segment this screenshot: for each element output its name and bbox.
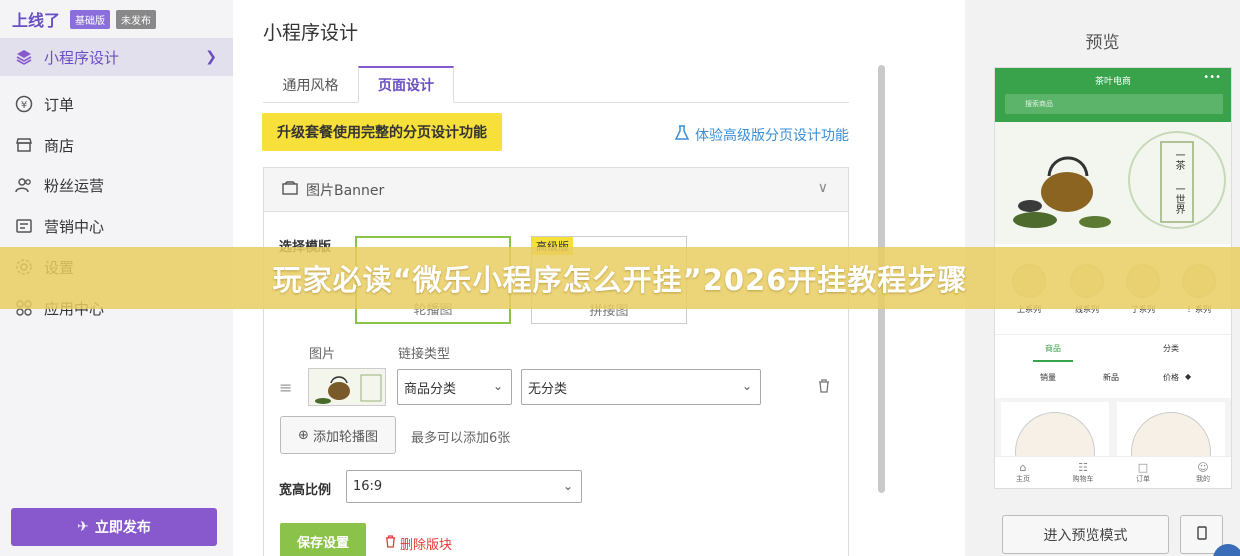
users-icon xyxy=(14,175,34,195)
publish-button-label: 立即发布 xyxy=(94,520,151,536)
sort-price: 价格 xyxy=(1163,373,1179,382)
bottom-nav-orders: □ 订单 xyxy=(1123,461,1163,484)
trial-link[interactable]: 体验高级版分页设计功能 xyxy=(673,124,849,146)
banner-text-1: 一茶 xyxy=(1173,150,1184,170)
chevron-down-icon[interactable]: ∨ xyxy=(818,180,828,196)
aspect-ratio-value: 16:9 xyxy=(353,479,383,494)
more-icon: ••• xyxy=(1203,72,1221,83)
trash-icon[interactable] xyxy=(818,379,830,397)
rocket-icon: ✈ xyxy=(77,519,89,535)
phone-tab-underline xyxy=(1033,360,1073,362)
add-limit-hint: 最多可以添加6张 xyxy=(411,431,511,446)
bottom-nav-label: 订单 xyxy=(1136,475,1150,483)
marketing-icon xyxy=(14,216,34,236)
phone-search-placeholder: 搜索商品 xyxy=(1025,100,1053,108)
phone-search: 搜索商品 xyxy=(1005,94,1223,114)
phone-header: 茶叶电商 ••• 搜索商品 xyxy=(995,68,1231,122)
aspect-ratio-select[interactable]: 16:9 ⌄ xyxy=(346,470,582,503)
panel-header[interactable]: 图片Banner ∨ xyxy=(264,168,848,212)
bottom-nav-cart: ☷ 购物车 xyxy=(1063,461,1103,484)
delete-block-link[interactable]: 删除版块 xyxy=(385,534,452,553)
phone-title: 茶叶电商 xyxy=(1094,77,1131,87)
store-icon xyxy=(14,135,34,155)
experiment-icon xyxy=(673,124,691,146)
tab-page-design[interactable]: 页面设计 xyxy=(358,66,454,103)
sort-new: 新品 xyxy=(1103,373,1119,382)
link-target-value: 无分类 xyxy=(528,381,568,397)
sidebar-item-fans[interactable]: 粉丝运营 xyxy=(0,166,233,204)
phone-sort-bar: 销量 新品 价格 ◆ xyxy=(995,368,1231,392)
link-type-select[interactable]: 商品分类 ⌄ xyxy=(397,369,512,405)
plan-badge: 基础版 xyxy=(70,9,111,29)
sidebar-item-label: 营销中心 xyxy=(44,217,105,236)
product-card xyxy=(1117,402,1225,488)
sidebar-item-label: 小程序设计 xyxy=(44,48,120,67)
sidebar-item-orders[interactable]: ¥ 订单 xyxy=(0,85,233,123)
yen-circle-icon: ¥ xyxy=(14,94,34,114)
drag-handle-icon[interactable]: ≡ xyxy=(279,378,292,397)
tab-bar: 通用风格 页面设计 xyxy=(263,66,849,103)
phone-banner: 一茶 一世界 xyxy=(995,122,1231,244)
brand: 上线了 基础版 未发布 xyxy=(12,7,157,31)
sidebar-item-label: 粉丝运营 xyxy=(44,176,105,195)
status-badge: 未发布 xyxy=(116,9,157,29)
bottom-nav-label: 主页 xyxy=(1016,475,1030,483)
user-icon: ☺ xyxy=(1197,461,1209,474)
chevron-right-icon: ❯ xyxy=(205,49,217,65)
overlay-text: 玩家必读“微乐小程序怎么开挂”2026开挂教程步骤 xyxy=(272,263,968,297)
phone-tabs: 商品 分类 xyxy=(995,334,1231,362)
trash-icon xyxy=(385,535,396,552)
sidebar-item-miniprogram-design[interactable]: 小程序设计 ❯ xyxy=(0,38,233,76)
tab-general-style[interactable]: 通用风格 xyxy=(263,66,358,103)
publish-button[interactable]: ✈ 立即发布 xyxy=(11,508,217,546)
sort-arrows-icon: ◆ xyxy=(1185,372,1192,381)
overlay-banner: 玩家必读“微乐小程序怎么开挂”2026开挂教程步骤 xyxy=(0,247,1240,309)
page-title: 小程序设计 xyxy=(263,22,359,44)
chevron-down-icon: ⌄ xyxy=(562,479,573,493)
phone-tab-products: 商品 xyxy=(1045,344,1061,353)
bottom-nav-mine: ☺ 我的 xyxy=(1183,461,1223,484)
upgrade-button[interactable]: 升级套餐使用完整的分页设计功能 xyxy=(262,113,502,151)
preview-title: 预览 xyxy=(1085,33,1120,53)
sort-sales: 销量 xyxy=(1040,373,1056,382)
phone-tab-categories: 分类 xyxy=(1163,344,1179,353)
phone-products xyxy=(995,398,1231,488)
layers-icon xyxy=(14,47,34,67)
add-carousel-label: 添加轮播图 xyxy=(312,429,378,445)
product-card xyxy=(1001,402,1109,488)
mobile-icon xyxy=(1196,525,1207,544)
banner-thumbnail[interactable] xyxy=(308,368,386,406)
app-root: 上线了 基础版 未发布 小程序设计 ❯ ¥ 订单 商店 粉丝运营 营销中心 ✈ … xyxy=(0,0,1240,556)
bottom-nav-label: 我的 xyxy=(1196,475,1210,483)
enter-preview-button[interactable]: 进入预览模式 xyxy=(1002,515,1169,554)
save-settings-button[interactable]: 保存设置 xyxy=(280,523,366,556)
brand-name: 上线了 xyxy=(12,11,61,30)
sidebar-item-store[interactable]: 商店 xyxy=(0,126,233,164)
link-target-select[interactable]: 无分类 ⌄ xyxy=(521,369,761,405)
sidebar-item-label: 商店 xyxy=(44,136,75,155)
sidebar-item-label: 订单 xyxy=(44,95,75,114)
col-link-type-header: 链接类型 xyxy=(398,347,451,362)
add-carousel-button[interactable]: ⊕ 添加轮播图 xyxy=(280,416,396,454)
col-image-header: 图片 xyxy=(309,347,336,362)
cart-icon: ☷ xyxy=(1078,461,1088,474)
phone-bottom-nav: ⌂ 主页 ☷ 购物车 □ 订单 ☺ 我的 xyxy=(995,456,1231,488)
image-icon xyxy=(282,180,298,199)
chevron-down-icon: ⌄ xyxy=(492,379,503,393)
chevron-down-icon: ⌄ xyxy=(741,379,752,393)
bottom-nav-home: ⌂ 主页 xyxy=(1003,461,1043,484)
link-type-value: 商品分类 xyxy=(404,381,457,397)
svg-text:¥: ¥ xyxy=(21,100,27,111)
plus-circle-icon: ⊕ xyxy=(298,427,309,443)
aspect-ratio-label: 宽高比例 xyxy=(279,483,332,498)
banner-text-2: 一世界 xyxy=(1173,184,1184,214)
bottom-nav-label: 购物车 xyxy=(1072,475,1094,483)
trial-link-label: 体验高级版分页设计功能 xyxy=(695,128,849,144)
delete-block-label: 删除版块 xyxy=(400,538,453,553)
sidebar-item-marketing[interactable]: 营销中心 xyxy=(0,207,233,245)
home-icon: ⌂ xyxy=(1019,461,1027,474)
panel-title: 图片Banner xyxy=(306,182,385,199)
document-icon: □ xyxy=(1137,461,1149,474)
